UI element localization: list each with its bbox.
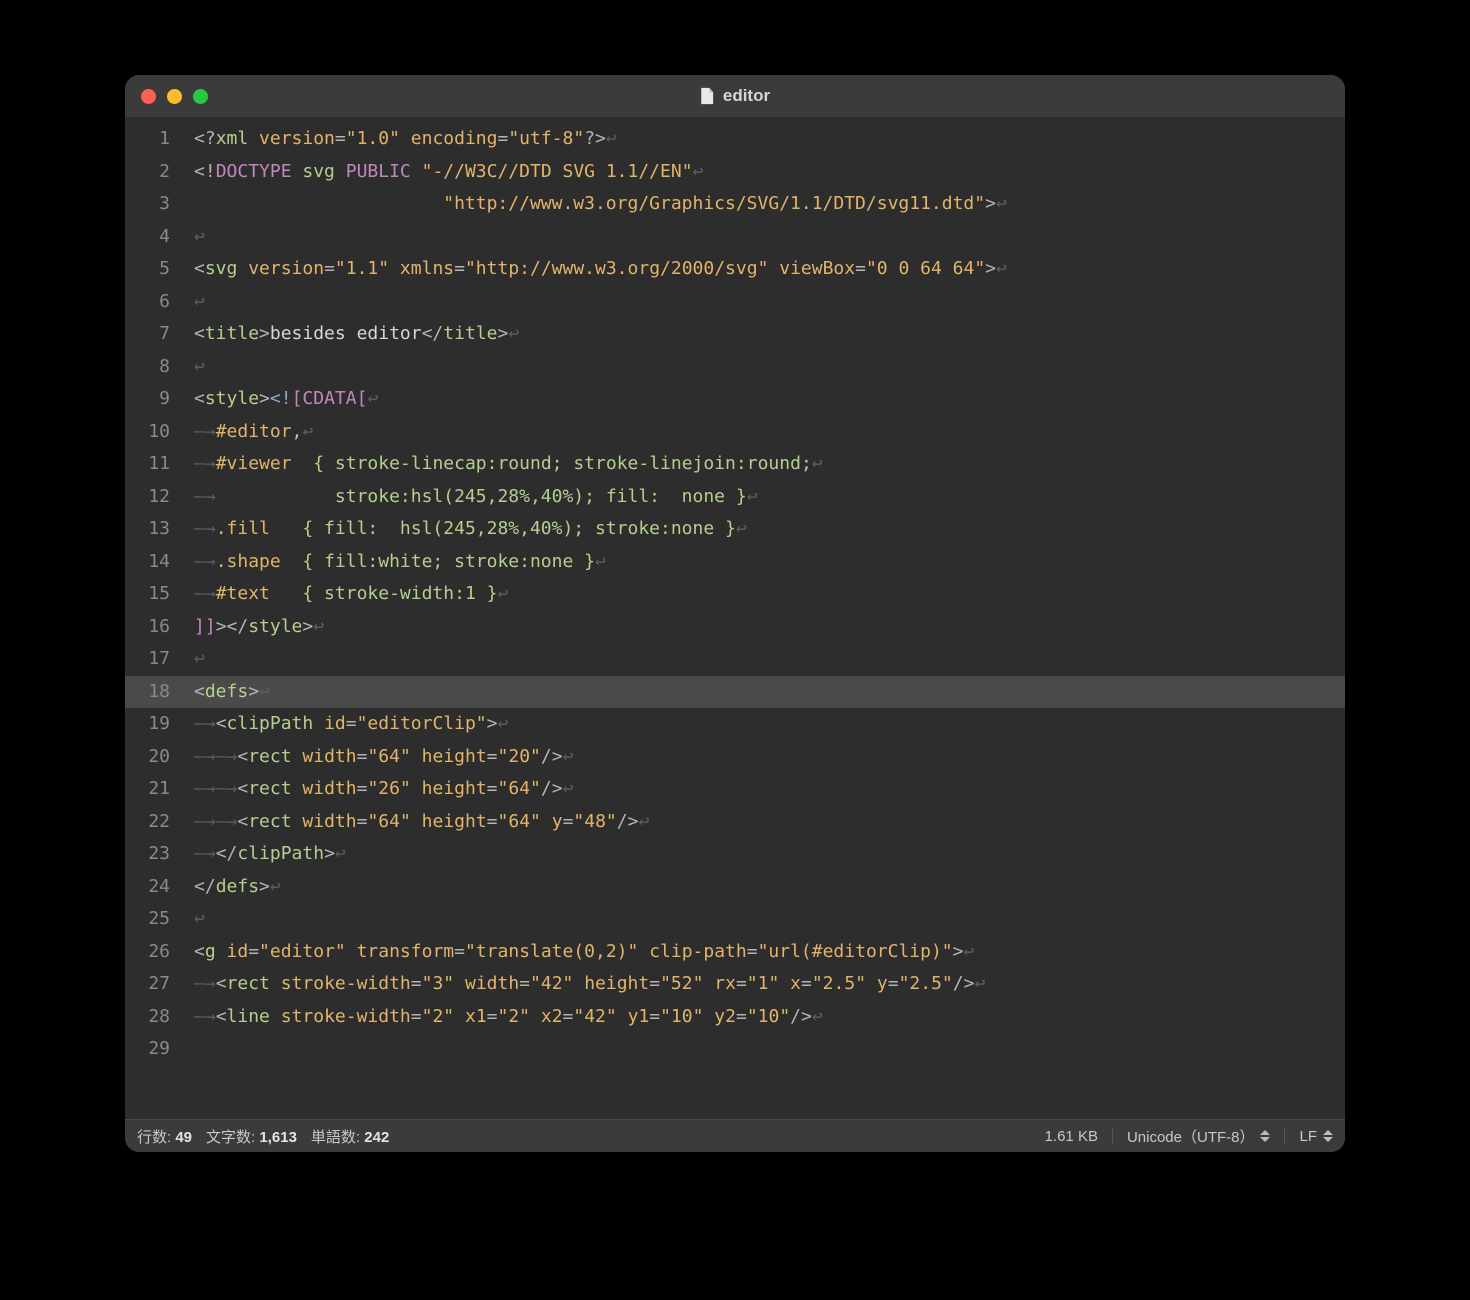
- stat-lines: 行数: 49: [137, 1126, 192, 1147]
- line-number: 10: [125, 416, 180, 449]
- code-line[interactable]: —→—→<rect width="64" height="20"/>↩: [194, 741, 1345, 774]
- window-title: editor: [125, 86, 1345, 106]
- chevron-updown-icon: [1323, 1130, 1333, 1142]
- code-line[interactable]: <title>besides editor</title>↩: [194, 318, 1345, 351]
- line-number: 27: [125, 968, 180, 1001]
- code-line[interactable]: <svg version="1.1" xmlns="http://www.w3.…: [194, 253, 1345, 286]
- code-line[interactable]: <g id="editor" transform="translate(0,2)…: [194, 936, 1345, 969]
- code-line[interactable]: —→<clipPath id="editorClip">↩: [194, 708, 1345, 741]
- code-line[interactable]: </defs>↩: [194, 871, 1345, 904]
- line-number: 28: [125, 1001, 180, 1034]
- window-title-text: editor: [723, 86, 770, 106]
- line-number: 21: [125, 773, 180, 806]
- line-number: 19: [125, 708, 180, 741]
- document-icon: [700, 87, 715, 105]
- line-number: 18: [125, 676, 180, 709]
- line-number: 17: [125, 643, 180, 676]
- line-number: 15: [125, 578, 180, 611]
- code-line[interactable]: <style><![CDATA[↩: [194, 383, 1345, 416]
- code-line[interactable]: —→.fill { fill: hsl(245,28%,40%); stroke…: [194, 513, 1345, 546]
- line-number: 8: [125, 351, 180, 384]
- line-number: 6: [125, 286, 180, 319]
- line-number: 11: [125, 448, 180, 481]
- code-line[interactable]: ↩: [194, 286, 1345, 319]
- line-number: 23: [125, 838, 180, 871]
- code-line[interactable]: —→<rect stroke-width="3" width="42" heig…: [194, 968, 1345, 1001]
- line-number: 1: [125, 123, 180, 156]
- line-number: 7: [125, 318, 180, 351]
- editor-window: editor 123456789101112131415161718192021…: [125, 75, 1345, 1152]
- line-number: 5: [125, 253, 180, 286]
- code-line[interactable]: ↩: [194, 643, 1345, 676]
- line-ending-selector[interactable]: LF: [1299, 1128, 1333, 1145]
- line-number: 16: [125, 611, 180, 644]
- close-button[interactable]: [141, 89, 156, 104]
- code-line[interactable]: —→ stroke:hsl(245,28%,40%); fill: none }…: [194, 481, 1345, 514]
- line-number: 14: [125, 546, 180, 579]
- code-line[interactable]: ↩: [194, 351, 1345, 384]
- code-content[interactable]: <?xml version="1.0" encoding="utf-8"?>↩<…: [180, 117, 1345, 1119]
- zoom-button[interactable]: [193, 89, 208, 104]
- line-number-gutter: 1234567891011121314151617181920212223242…: [125, 117, 180, 1119]
- editor-area[interactable]: 1234567891011121314151617181920212223242…: [125, 117, 1345, 1119]
- line-number: 22: [125, 806, 180, 839]
- code-line[interactable]: —→—→<rect width="64" height="64" y="48"/…: [194, 806, 1345, 839]
- code-line[interactable]: <?xml version="1.0" encoding="utf-8"?>↩: [194, 123, 1345, 156]
- line-number: 26: [125, 936, 180, 969]
- line-number: 4: [125, 221, 180, 254]
- code-line[interactable]: [194, 1033, 1345, 1066]
- line-number: 12: [125, 481, 180, 514]
- code-line[interactable]: —→#editor,↩: [194, 416, 1345, 449]
- window-controls: [141, 89, 208, 104]
- line-number: 2: [125, 156, 180, 189]
- code-line[interactable]: —→#viewer { stroke-linecap:round; stroke…: [194, 448, 1345, 481]
- stat-words: 単語数: 242: [311, 1126, 389, 1147]
- code-line[interactable]: <!DOCTYPE svg PUBLIC "-//W3C//DTD SVG 1.…: [194, 156, 1345, 189]
- code-line[interactable]: ↩: [194, 903, 1345, 936]
- line-number: 24: [125, 871, 180, 904]
- line-number: 29: [125, 1033, 180, 1066]
- code-line[interactable]: —→—→<rect width="26" height="64"/>↩: [194, 773, 1345, 806]
- titlebar: editor: [125, 75, 1345, 117]
- line-number: 9: [125, 383, 180, 416]
- line-number: 25: [125, 903, 180, 936]
- code-line[interactable]: —→.shape { fill:white; stroke:none }↩: [194, 546, 1345, 579]
- code-line[interactable]: ]]></style>↩: [194, 611, 1345, 644]
- line-number: 20: [125, 741, 180, 774]
- minimize-button[interactable]: [167, 89, 182, 104]
- code-line[interactable]: <defs>↩: [194, 676, 1345, 709]
- line-number: 13: [125, 513, 180, 546]
- code-line[interactable]: ↩: [194, 221, 1345, 254]
- stat-filesize: 1.61 KB: [1045, 1128, 1098, 1145]
- line-number: 3: [125, 188, 180, 221]
- code-line[interactable]: —→<line stroke-width="2" x1="2" x2="42" …: [194, 1001, 1345, 1034]
- code-line[interactable]: —→</clipPath>↩: [194, 838, 1345, 871]
- code-line[interactable]: "http://www.w3.org/Graphics/SVG/1.1/DTD/…: [194, 188, 1345, 221]
- code-line[interactable]: —→#text { stroke-width:1 }↩: [194, 578, 1345, 611]
- chevron-updown-icon: [1260, 1130, 1270, 1142]
- stat-chars: 文字数: 1,613: [206, 1126, 297, 1147]
- encoding-selector[interactable]: Unicode（UTF-8）: [1127, 1126, 1271, 1147]
- statusbar: 行数: 49 文字数: 1,613 単語数: 242 1.61 KB Unico…: [125, 1119, 1345, 1152]
